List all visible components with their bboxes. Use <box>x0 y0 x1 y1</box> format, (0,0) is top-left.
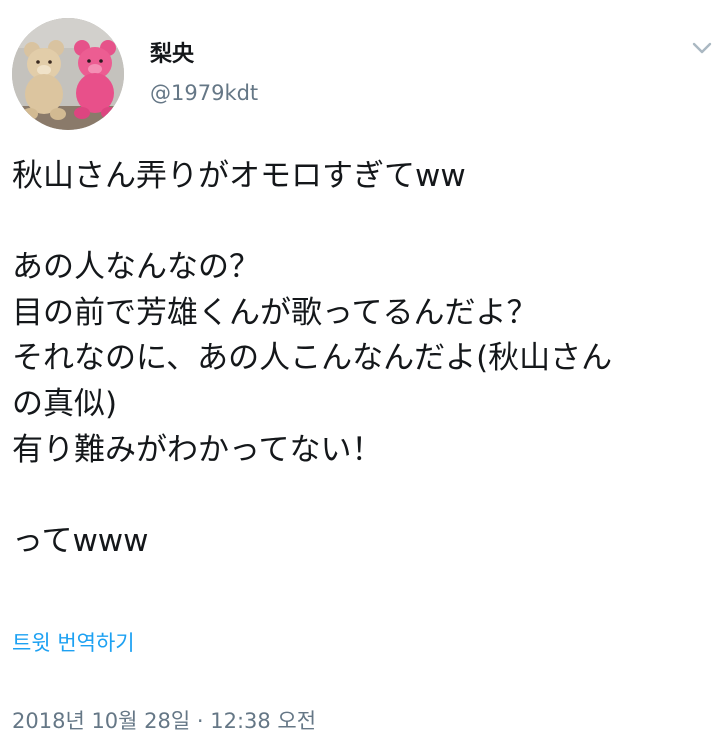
tweet-line: 有り難みがわかってない！ <box>12 431 383 468</box>
tweet-line: ってwww <box>12 522 149 559</box>
user-handle[interactable]: @1979kdt <box>150 78 258 108</box>
tweet-text: 秋山さん弄りがオモロすぎてww あの人なんなの？ 目の前で芳雄くんが歌ってるんだ… <box>12 154 712 564</box>
tweet-line: 秋山さん弄りがオモロすぎてww <box>12 158 466 194</box>
tweet-line: それなのに、あの人こんなんだよ(秋山さん <box>12 340 613 377</box>
tweet-line <box>12 200 712 246</box>
translate-tweet-link[interactable]: 트윗 번역하기 <box>12 628 135 658</box>
chevron-down-icon[interactable] <box>690 36 714 60</box>
avatar[interactable] <box>12 18 124 130</box>
display-name[interactable]: 梨央 <box>150 40 194 70</box>
teddy-bears-avatar-icon <box>12 18 124 130</box>
tweet-line: あの人なんなの？ <box>12 249 260 286</box>
tweet-line <box>12 473 712 519</box>
tweet-line: 目の前で芳雄くんが歌ってるんだよ？ <box>12 294 538 331</box>
tweet-line: の真似) <box>12 385 118 422</box>
tweet-timestamp[interactable]: 2018년 10월 28일 · 12:38 오전 <box>12 706 316 736</box>
